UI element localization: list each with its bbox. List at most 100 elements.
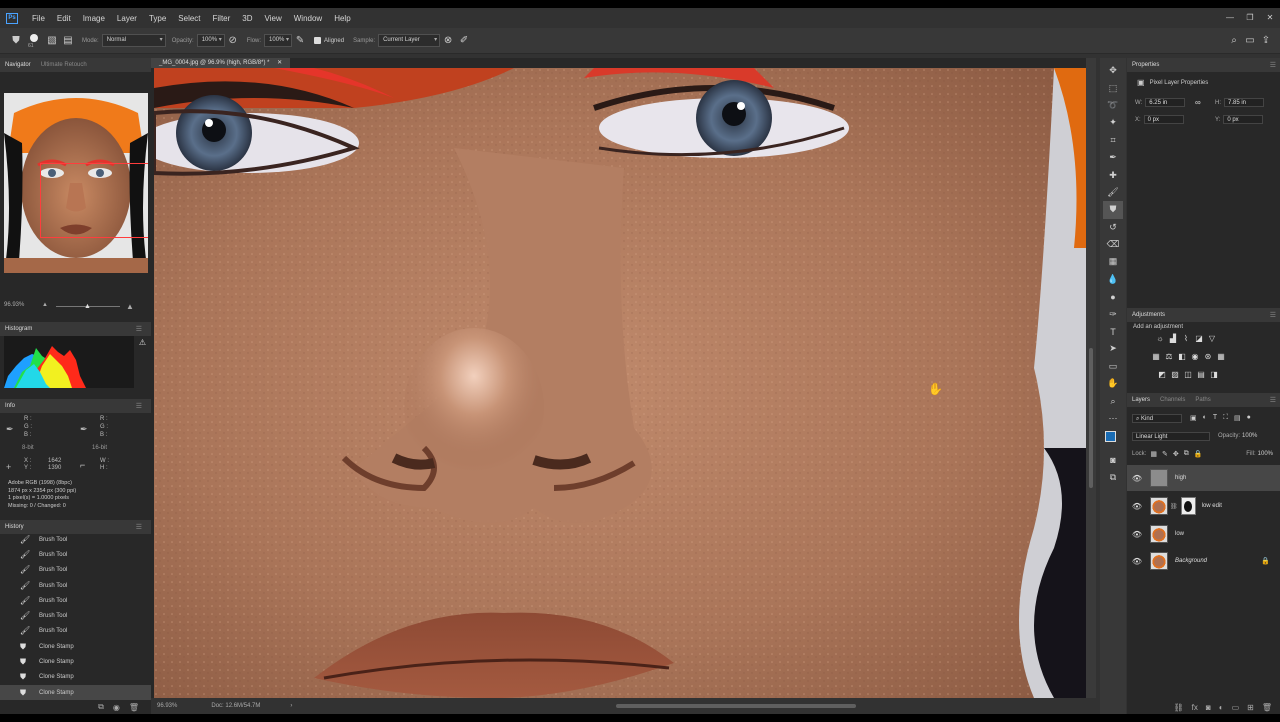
more-tools-icon[interactable]: ⋯: [1103, 410, 1123, 427]
layer-row-low-edit[interactable]: 👁 ⛓ low edit: [1127, 493, 1280, 519]
share-icon[interactable]: ⇪: [1258, 33, 1274, 49]
adjustments-title[interactable]: Adjustments: [1132, 312, 1165, 318]
history-item[interactable]: ⛊ Clone Stamp: [0, 654, 151, 669]
scrollbar-thumb[interactable]: [1089, 348, 1093, 488]
channel-mixer-icon[interactable]: ⊛: [1203, 352, 1213, 361]
visibility-eye-icon[interactable]: 👁: [1130, 474, 1144, 483]
airbrush-icon[interactable]: ✎: [292, 33, 308, 49]
info-title[interactable]: Info: [0, 403, 20, 409]
history-item[interactable]: 🖌 Brush Tool: [0, 547, 151, 562]
lock-transparency-icon[interactable]: ▦: [1150, 450, 1157, 458]
flow-input[interactable]: 100%: [264, 34, 293, 47]
menu-type[interactable]: Type: [143, 14, 172, 23]
brightness-contrast-icon[interactable]: ☼: [1155, 334, 1165, 343]
mask-link-icon[interactable]: ⛓: [1170, 503, 1178, 510]
visibility-eye-icon[interactable]: 👁: [1130, 530, 1144, 539]
lock-pixels-icon[interactable]: ✎: [1162, 450, 1168, 458]
zoom-in-icon[interactable]: ▲: [126, 302, 134, 311]
panel-menu-icon[interactable]: ☰: [131, 325, 147, 333]
new-document-from-state-icon[interactable]: ⧉: [98, 702, 104, 712]
properties-title[interactable]: Properties: [1132, 62, 1159, 68]
history-title[interactable]: History: [0, 524, 29, 530]
menu-select[interactable]: Select: [172, 14, 206, 23]
height-input[interactable]: 7.85 in: [1224, 98, 1264, 107]
type-tool-icon[interactable]: T: [1103, 323, 1123, 340]
selective-color-icon[interactable]: ◨: [1209, 370, 1219, 379]
levels-icon[interactable]: ▟: [1168, 334, 1178, 343]
layer-row-background[interactable]: 👁 Background 🔒: [1127, 548, 1280, 574]
zoom-tool-icon[interactable]: ⌕: [1103, 392, 1123, 409]
vibrance-icon[interactable]: ▽: [1207, 334, 1217, 343]
aligned-checkbox[interactable]: [314, 37, 322, 44]
restore-icon[interactable]: ❐: [1240, 8, 1260, 28]
eyedropper-tool-icon[interactable]: ✒: [1103, 149, 1123, 166]
status-arrow-icon[interactable]: ›: [290, 703, 292, 709]
filter-type-icon[interactable]: T: [1213, 414, 1217, 422]
menu-window[interactable]: Window: [288, 14, 328, 23]
move-tool-icon[interactable]: ✥: [1103, 62, 1123, 79]
screen-mode-icon[interactable]: ⧉: [1103, 469, 1123, 486]
navigator-view-rectangle[interactable]: [40, 163, 148, 238]
menu-3d[interactable]: 3D: [236, 14, 258, 23]
menu-file[interactable]: File: [26, 14, 51, 23]
blur-tool-icon[interactable]: 💧: [1103, 271, 1123, 288]
exposure-icon[interactable]: ◪: [1194, 334, 1204, 343]
brush-tool-icon[interactable]: 🖌: [1103, 184, 1123, 201]
document-tab[interactable]: _MG_0004.jpg @ 96.9% (high, RGB/8*) * ✕: [151, 58, 291, 68]
filter-shape-icon[interactable]: ⛶: [1223, 414, 1228, 422]
invert-icon[interactable]: ◩: [1157, 370, 1167, 379]
status-zoom[interactable]: 96.93%: [157, 703, 177, 709]
add-mask-icon[interactable]: ◙: [1206, 703, 1211, 712]
y-input[interactable]: 0 px: [1223, 115, 1264, 124]
history-item[interactable]: 🖌 Brush Tool: [0, 593, 151, 608]
menu-image[interactable]: Image: [77, 14, 111, 23]
blend-mode-select[interactable]: Linear Light: [1132, 431, 1210, 441]
filter-toggle-icon[interactable]: ●: [1247, 414, 1251, 422]
history-item[interactable]: 🖌 Brush Tool: [0, 532, 151, 547]
opacity-input[interactable]: 100%: [196, 34, 225, 47]
warning-icon[interactable]: ⚠: [139, 338, 146, 347]
snapshot-icon[interactable]: ◉: [113, 703, 120, 712]
photo-filter-icon[interactable]: ◉: [1190, 352, 1200, 361]
visibility-eye-icon[interactable]: 👁: [1130, 557, 1144, 566]
quick-select-tool-icon[interactable]: ✦: [1103, 114, 1123, 131]
panel-menu-icon[interactable]: ☰: [131, 402, 147, 410]
horizontal-scrollbar[interactable]: [616, 704, 856, 708]
crop-tool-icon[interactable]: ⌗: [1103, 132, 1123, 149]
close-tab-icon[interactable]: ✕: [277, 60, 282, 66]
clone-source-icon[interactable]: ▤: [60, 33, 76, 49]
close-icon[interactable]: ✕: [1260, 8, 1280, 28]
menu-view[interactable]: View: [259, 14, 288, 23]
filter-pixel-icon[interactable]: ▣: [1190, 414, 1197, 422]
menu-filter[interactable]: Filter: [207, 14, 237, 23]
history-item-selected[interactable]: ⛊ Clone Stamp: [0, 684, 151, 701]
width-input[interactable]: 6.25 in: [1145, 98, 1186, 107]
hand-tool-icon[interactable]: ✋: [1103, 375, 1123, 392]
history-item[interactable]: 🖌 Brush Tool: [0, 563, 151, 578]
history-item[interactable]: ⛊ Clone Stamp: [0, 639, 151, 654]
tab-ultimate-retouch[interactable]: Ultimate Retouch: [36, 62, 92, 68]
eraser-tool-icon[interactable]: ⌫: [1103, 236, 1123, 253]
filter-smart-object-icon[interactable]: ▤: [1234, 414, 1241, 422]
rectangle-tool-icon[interactable]: ▭: [1103, 358, 1123, 375]
panel-menu-icon[interactable]: ☰: [1270, 311, 1276, 319]
curves-icon[interactable]: ⌇: [1181, 334, 1191, 343]
gradient-map-icon[interactable]: ▤: [1196, 370, 1206, 379]
menu-help[interactable]: Help: [328, 14, 356, 23]
lock-artboard-icon[interactable]: ⧉: [1184, 450, 1189, 458]
minimize-icon[interactable]: —: [1220, 8, 1240, 28]
lasso-tool-icon[interactable]: ➰: [1103, 97, 1123, 114]
tab-channels[interactable]: Channels: [1160, 397, 1185, 403]
trash-icon[interactable]: 🗑: [129, 703, 139, 712]
color-swatches[interactable]: [1102, 427, 1124, 451]
dodge-tool-icon[interactable]: ●: [1103, 288, 1123, 305]
histogram-title[interactable]: Histogram: [0, 326, 37, 332]
new-layer-icon[interactable]: ⊞: [1247, 703, 1254, 712]
history-item[interactable]: 🖌 Brush Tool: [0, 624, 151, 639]
new-group-icon[interactable]: ▭: [1232, 703, 1240, 712]
layer-style-icon[interactable]: fx: [1192, 703, 1198, 712]
healing-brush-tool-icon[interactable]: ✚: [1103, 166, 1123, 183]
lock-all-icon[interactable]: 🔒: [1194, 450, 1203, 458]
panel-menu-icon[interactable]: ☰: [1270, 61, 1276, 69]
menu-edit[interactable]: Edit: [51, 14, 77, 23]
